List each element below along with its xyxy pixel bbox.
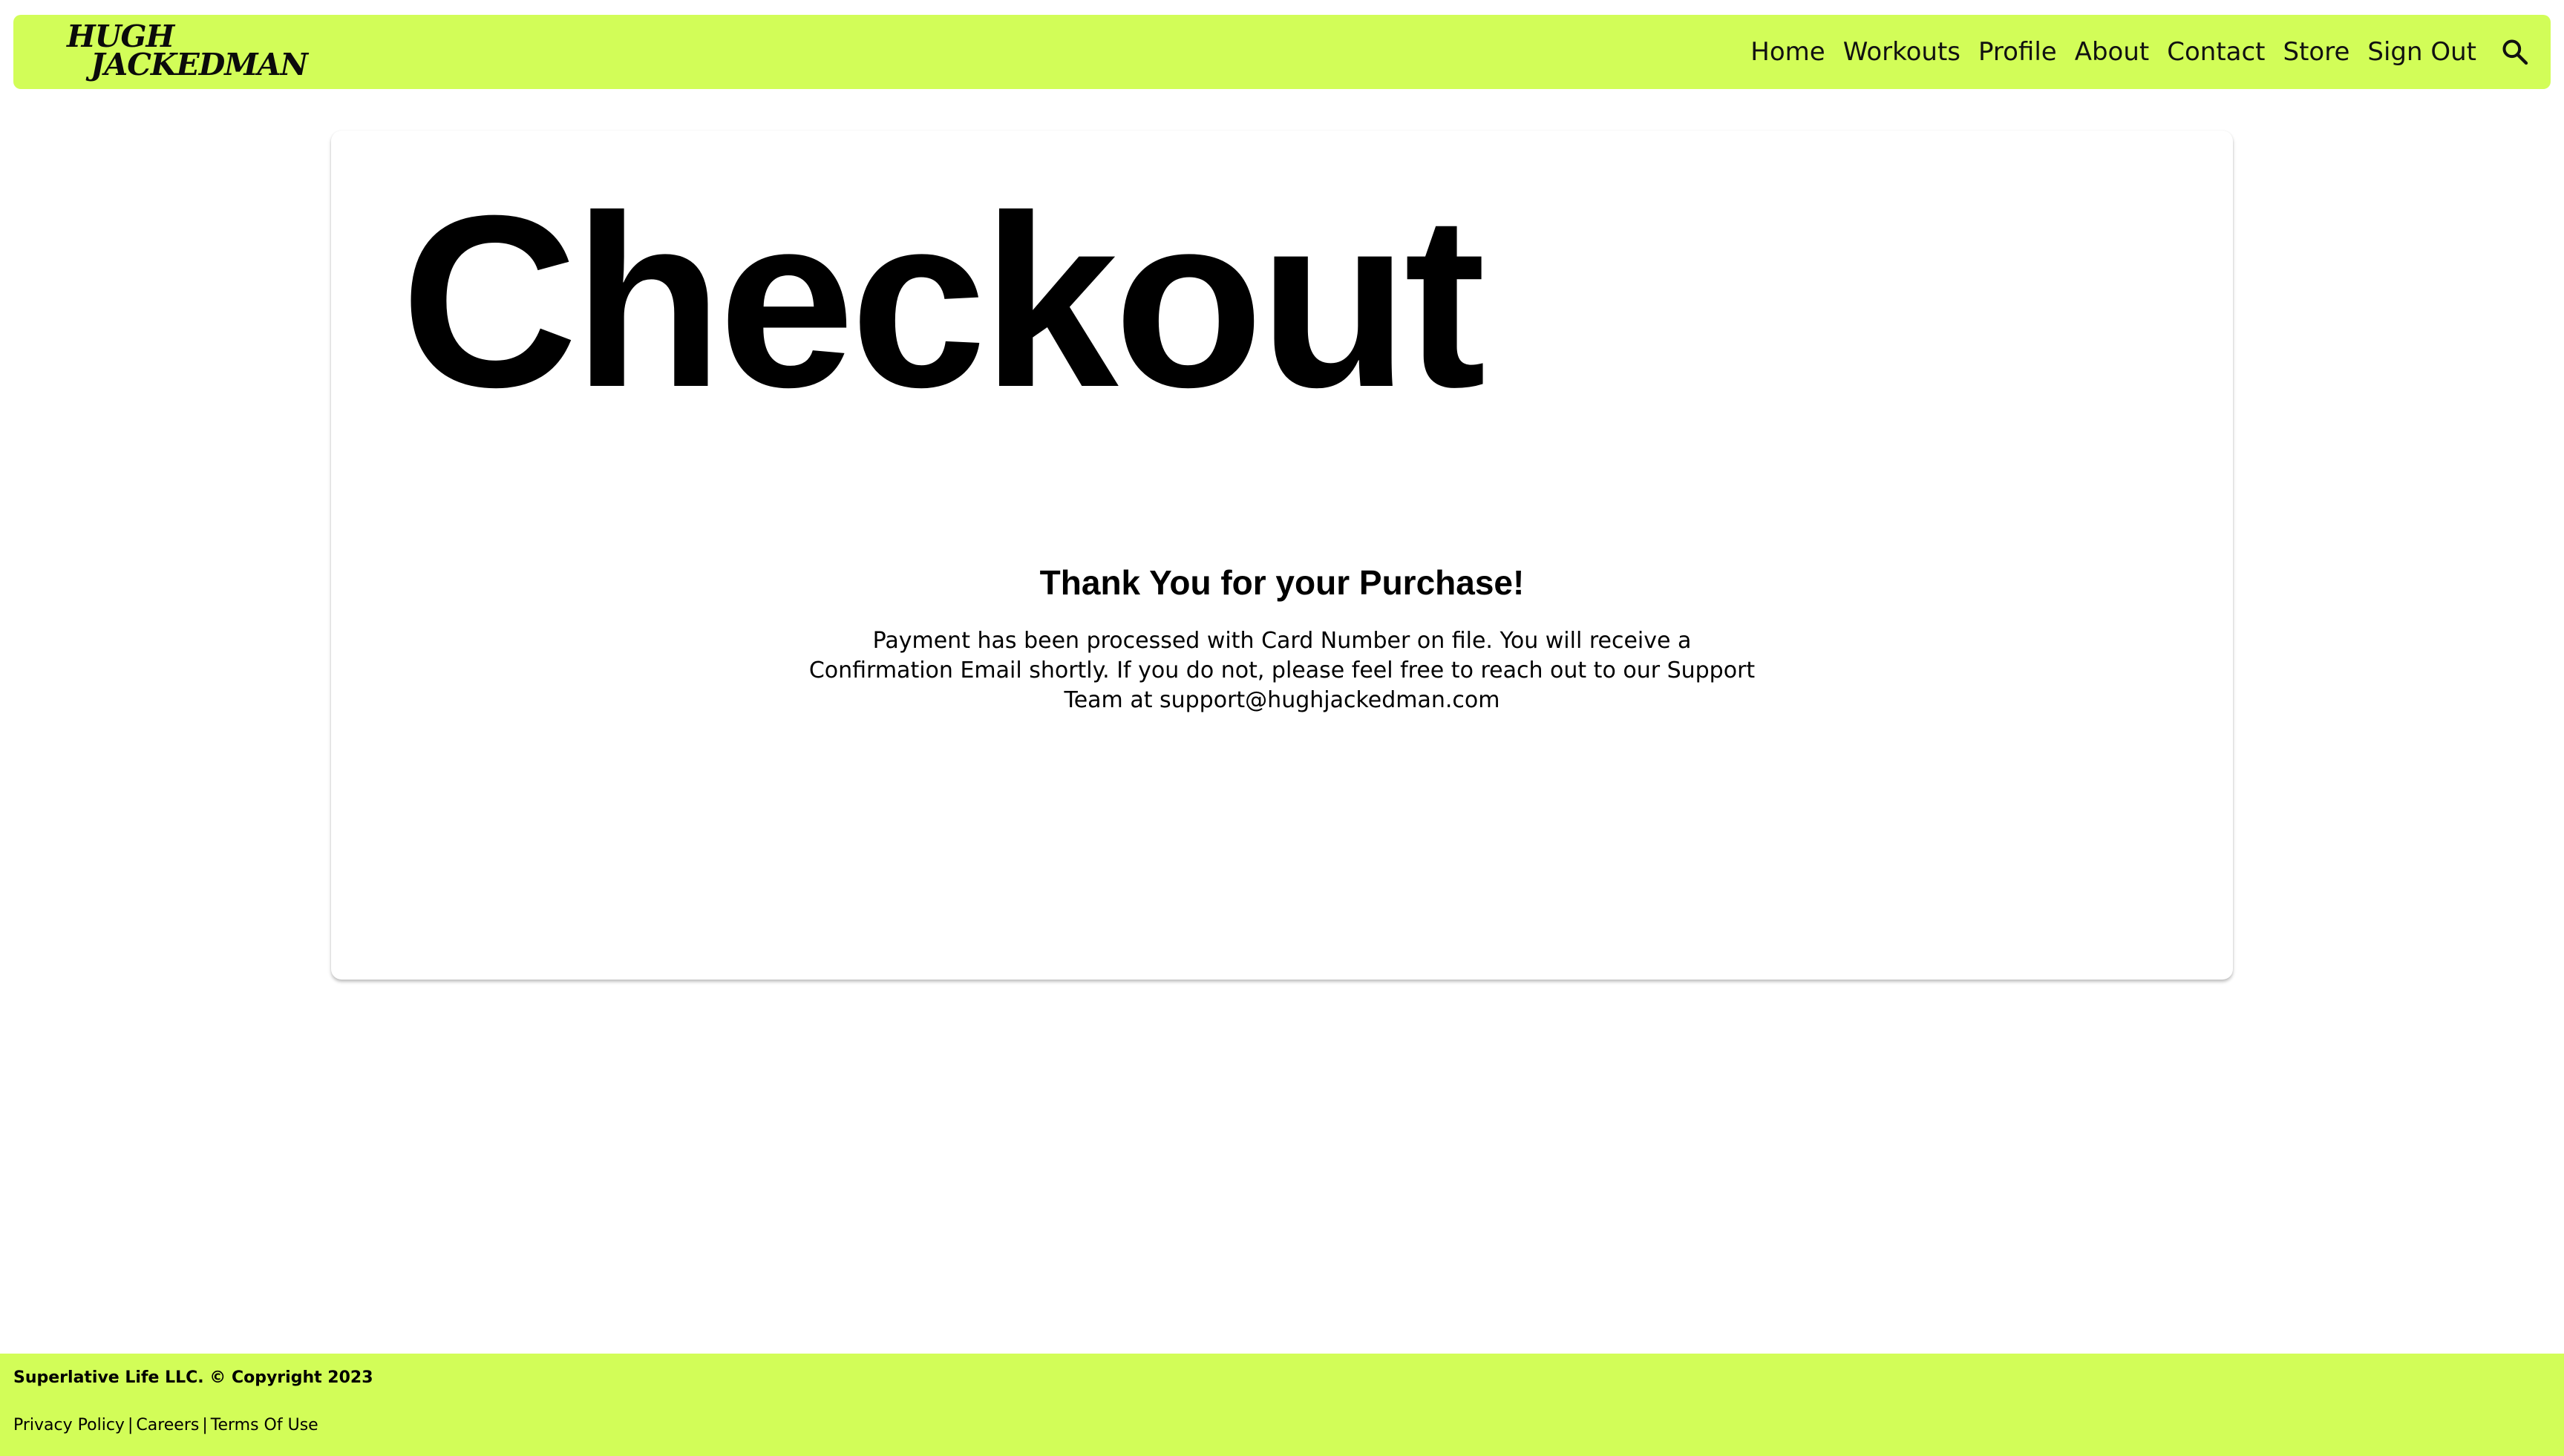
- nav-workouts-link[interactable]: Workouts: [1843, 37, 1960, 67]
- nav-contact-link[interactable]: Contact: [2167, 37, 2265, 67]
- copyright-text: Superlative Life LLC. © Copyright 2023: [13, 1368, 373, 1387]
- careers-link[interactable]: Careers: [136, 1416, 199, 1434]
- site-footer: Superlative Life LLC. © Copyright 2023 P…: [0, 1354, 2564, 1456]
- nav-store-link[interactable]: Store: [2283, 37, 2350, 67]
- purchase-confirmation-message: Payment has been processed with Card Num…: [808, 628, 1756, 713]
- purchase-confirmation-heading: Thank You for your Purchase!: [1039, 563, 1525, 602]
- main-nav: Home Workouts Profile About Contact Stor…: [1733, 15, 2536, 89]
- search-icon: [2502, 39, 2528, 65]
- page-title: Checkout: [401, 164, 1486, 438]
- nav-home-link[interactable]: Home: [1750, 37, 1825, 67]
- nav-profile-link[interactable]: Profile: [1978, 37, 2057, 67]
- nav-about-link[interactable]: About: [2075, 37, 2150, 67]
- top-navbar: HUGH JACKEDMAN Home Workouts Profile Abo…: [13, 15, 2551, 89]
- footer-links: Privacy Policy | Careers | Terms Of Use: [13, 1414, 318, 1437]
- footer-separator: |: [127, 1416, 134, 1434]
- checkout-card: Checkout Thank You for your Purchase! Pa…: [331, 131, 2233, 980]
- footer-separator: |: [202, 1416, 208, 1434]
- nav-sign-out-link[interactable]: Sign Out: [2367, 37, 2476, 67]
- search-button[interactable]: [2494, 31, 2536, 73]
- terms-of-use-link[interactable]: Terms Of Use: [211, 1416, 318, 1434]
- site-logo[interactable]: HUGH JACKEDMAN: [52, 22, 349, 82]
- logo-line-2: JACKEDMAN: [91, 47, 308, 82]
- privacy-policy-link[interactable]: Privacy Policy: [13, 1416, 125, 1434]
